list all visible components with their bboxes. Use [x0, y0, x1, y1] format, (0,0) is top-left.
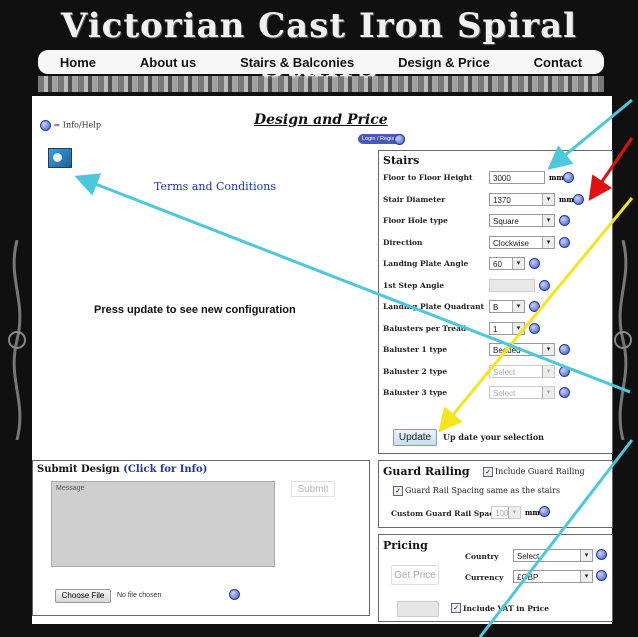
annotation-arrows — [74, 98, 634, 637]
red-arrow — [588, 137, 634, 201]
cyan-arrow-long — [74, 173, 631, 394]
yellow-arrow — [438, 197, 634, 433]
cyan-arrow-bottom — [478, 439, 634, 637]
